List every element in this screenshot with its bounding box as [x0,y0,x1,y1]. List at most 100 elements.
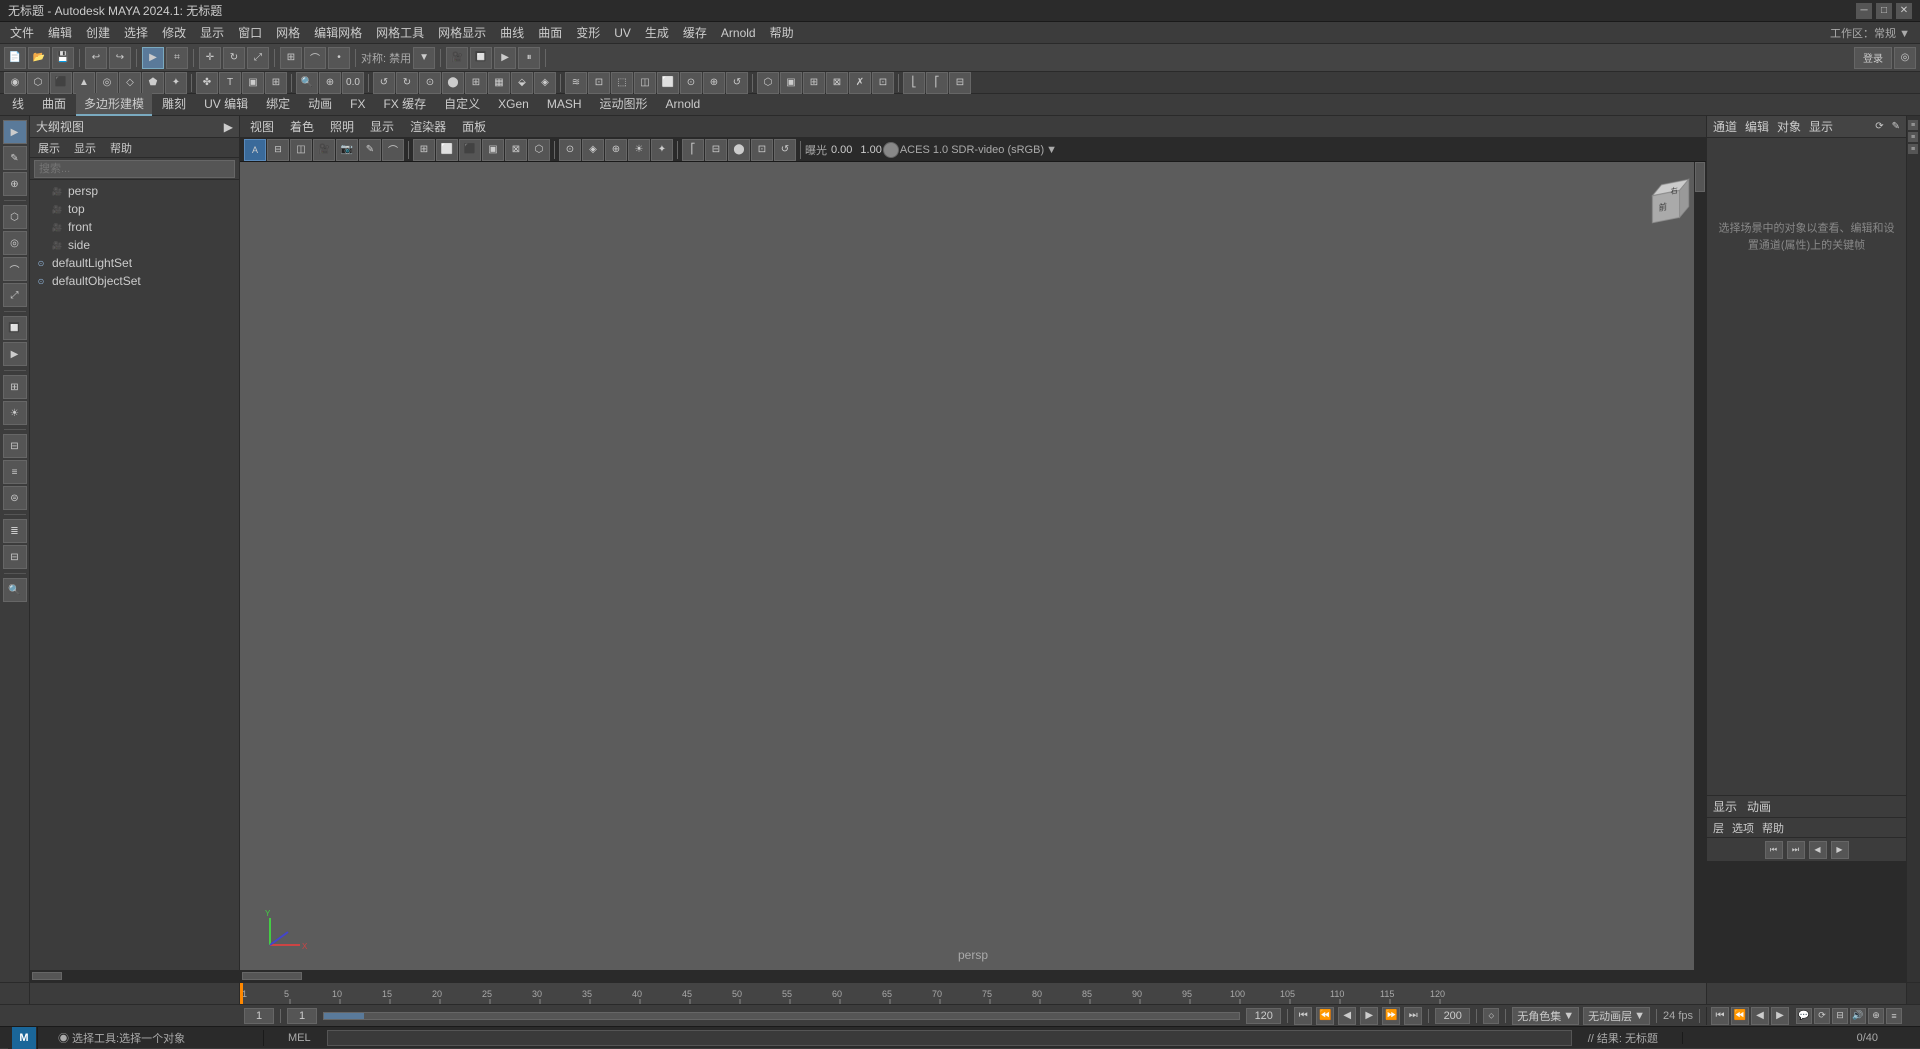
range-thumb[interactable] [324,1013,364,1019]
redo-btn[interactable]: ↪ [109,47,131,69]
far-right-btn2[interactable]: ≡ [1908,132,1918,142]
render-btn[interactable]: 🔲 [470,47,492,69]
menu-help[interactable]: 帮助 [764,22,800,43]
render-tool[interactable]: 🔲 [3,316,27,340]
br-icon4[interactable]: 🔊 [1850,1008,1866,1024]
vp-btn12[interactable]: ⬡ [528,139,550,161]
br-icon5[interactable]: ⊕ [1868,1008,1884,1024]
pb-fwd-btn[interactable]: ⏩ [1382,1007,1400,1025]
st-btn30[interactable]: ⊕ [703,72,725,94]
vp-btn1[interactable]: ⊟ [267,139,289,161]
menu-display[interactable]: 显示 [194,22,230,43]
light-tool[interactable]: ☀ [3,401,27,425]
anim-tool[interactable]: ▶ [3,342,27,366]
outliner-item-objectset[interactable]: ⊙ defaultObjectSet [30,272,239,290]
st-btn2[interactable]: ⬡ [27,72,49,94]
snap-grid-btn[interactable]: ⊞ [280,47,302,69]
st-btn40[interactable]: ⊟ [949,72,971,94]
tab-custom[interactable]: 自定义 [436,93,488,116]
rotate-tool-btn[interactable]: ↻ [223,47,245,69]
st-btn19[interactable]: ⬤ [442,72,464,94]
tab-mash[interactable]: MASH [539,95,590,115]
tab-motion[interactable]: 运动图形 [592,93,656,116]
menu-arnold[interactable]: Arnold [715,24,762,42]
st-btn8[interactable]: ✦ [165,72,187,94]
colorspace-selector[interactable]: ACES 1.0 SDR-video (sRGB) ▼ [900,144,1057,156]
poly-tool[interactable]: ⬡ [3,205,27,229]
camera-btn[interactable]: 🎥 [446,47,468,69]
vp-btn19[interactable]: ⊟ [705,139,727,161]
st-btn3[interactable]: ⬛ [50,72,72,94]
st-btn11[interactable]: ▣ [242,72,264,94]
right-bottom-menu-layer[interactable]: 层 [1713,820,1724,836]
char-set-dropdown[interactable]: 无角色集 ▼ [1512,1007,1579,1025]
outliner-menu-help[interactable]: 帮助 [106,140,136,156]
pb-back-btn[interactable]: ◀ [1338,1007,1356,1025]
far-right-btn3[interactable]: ≡ [1908,144,1918,154]
outliner-collapse[interactable]: ▶ [224,120,233,134]
st-btn4[interactable]: ▲ [73,72,95,94]
anim-layer-dropdown[interactable]: 无动画层 ▼ [1583,1007,1650,1025]
minimize-button[interactable]: ─ [1856,3,1872,19]
st-btn26[interactable]: ⬚ [611,72,633,94]
viewport-scrollbar-h-thumb[interactable] [242,972,302,980]
viewport-scrollbar-v[interactable] [1694,162,1706,970]
pb-start-btn[interactable]: ⏮ [1294,1007,1312,1025]
outliner-item-lightset[interactable]: ⊙ defaultLightSet [30,254,239,272]
symmetry-dropdown[interactable]: ▼ [413,47,435,69]
sculpt-tool[interactable]: ⊕ [3,172,27,196]
mel-input[interactable] [327,1030,1572,1046]
nurbs-tool[interactable]: ◎ [3,231,27,255]
vp-menu-view[interactable]: 视图 [246,118,278,135]
select-tool[interactable]: ▶ [3,120,27,144]
maximize-button[interactable]: □ [1876,3,1892,19]
login-btn[interactable]: 登录 [1854,47,1892,69]
st-btn13[interactable]: 🔍 [296,72,318,94]
scale-tool-btn[interactable]: ⤢ [247,47,269,69]
br-icon1[interactable]: 💬 [1796,1008,1812,1024]
vp-a-btn[interactable]: A [244,139,266,161]
right-header-icon2[interactable]: ✎ [1892,121,1900,132]
vp-menu-show[interactable]: 显示 [366,118,398,135]
vp-btn6[interactable]: ⌒ [382,139,404,161]
menu-modify[interactable]: 修改 [156,22,192,43]
quad-btn[interactable]: ⊟ [3,434,27,458]
st-btn27[interactable]: ◫ [634,72,656,94]
transport-btn1[interactable]: ⏮ [1765,841,1783,859]
st-btn5[interactable]: ◎ [96,72,118,94]
tab-uv-edit[interactable]: UV 编辑 [196,93,256,116]
select-tool-btn[interactable]: ▶ [142,47,164,69]
st-btn22[interactable]: ⬙ [511,72,533,94]
viewport-scrollbar-v-thumb[interactable] [1695,162,1705,192]
timeline-ruler[interactable]: 1 5 10 15 20 25 30 35 40 45 50 55 60 [240,983,1706,1004]
snap-curve-btn[interactable]: ⌒ [304,47,326,69]
vp-btn13[interactable]: ⊙ [559,139,581,161]
transport-btn3[interactable]: ◀ [1809,841,1827,859]
vp-btn18[interactable]: ⎡ [682,139,704,161]
view-cube[interactable]: 前 右 [1636,172,1696,232]
pause-btn[interactable]: ⏸ [518,47,540,69]
lasso-tool-btn[interactable]: ⌗ [166,47,188,69]
br-icon3[interactable]: ⊟ [1832,1008,1848,1024]
current-frame-input[interactable] [244,1008,274,1024]
menu-window[interactable]: 窗口 [232,22,268,43]
br-icon2[interactable]: ⟳ [1814,1008,1830,1024]
outliner-menu-show[interactable]: 显示 [70,140,100,156]
menu-surfaces[interactable]: 曲面 [532,22,568,43]
menu-edit-mesh[interactable]: 编辑网格 [308,22,368,43]
deform-tool[interactable]: ⤢ [3,283,27,307]
vp-btn21[interactable]: ⊡ [751,139,773,161]
colorspace-dropdown[interactable]: ▼ [1046,144,1057,156]
save-file-btn[interactable]: 💾 [52,47,74,69]
menu-deform[interactable]: 变形 [570,22,606,43]
right-tab-display[interactable]: 显示 [1809,118,1833,135]
st-btn36[interactable]: ✗ [849,72,871,94]
vp-menu-lighting[interactable]: 照明 [326,118,358,135]
search-input[interactable] [34,160,235,178]
outliner-menu-display[interactable]: 展示 [34,140,64,156]
st-btn1[interactable]: ◉ [4,72,26,94]
total-frames-input[interactable] [1435,1008,1470,1024]
menu-curves[interactable]: 曲线 [494,22,530,43]
menu-create[interactable]: 创建 [80,22,116,43]
move-tool-btn[interactable]: ✛ [199,47,221,69]
